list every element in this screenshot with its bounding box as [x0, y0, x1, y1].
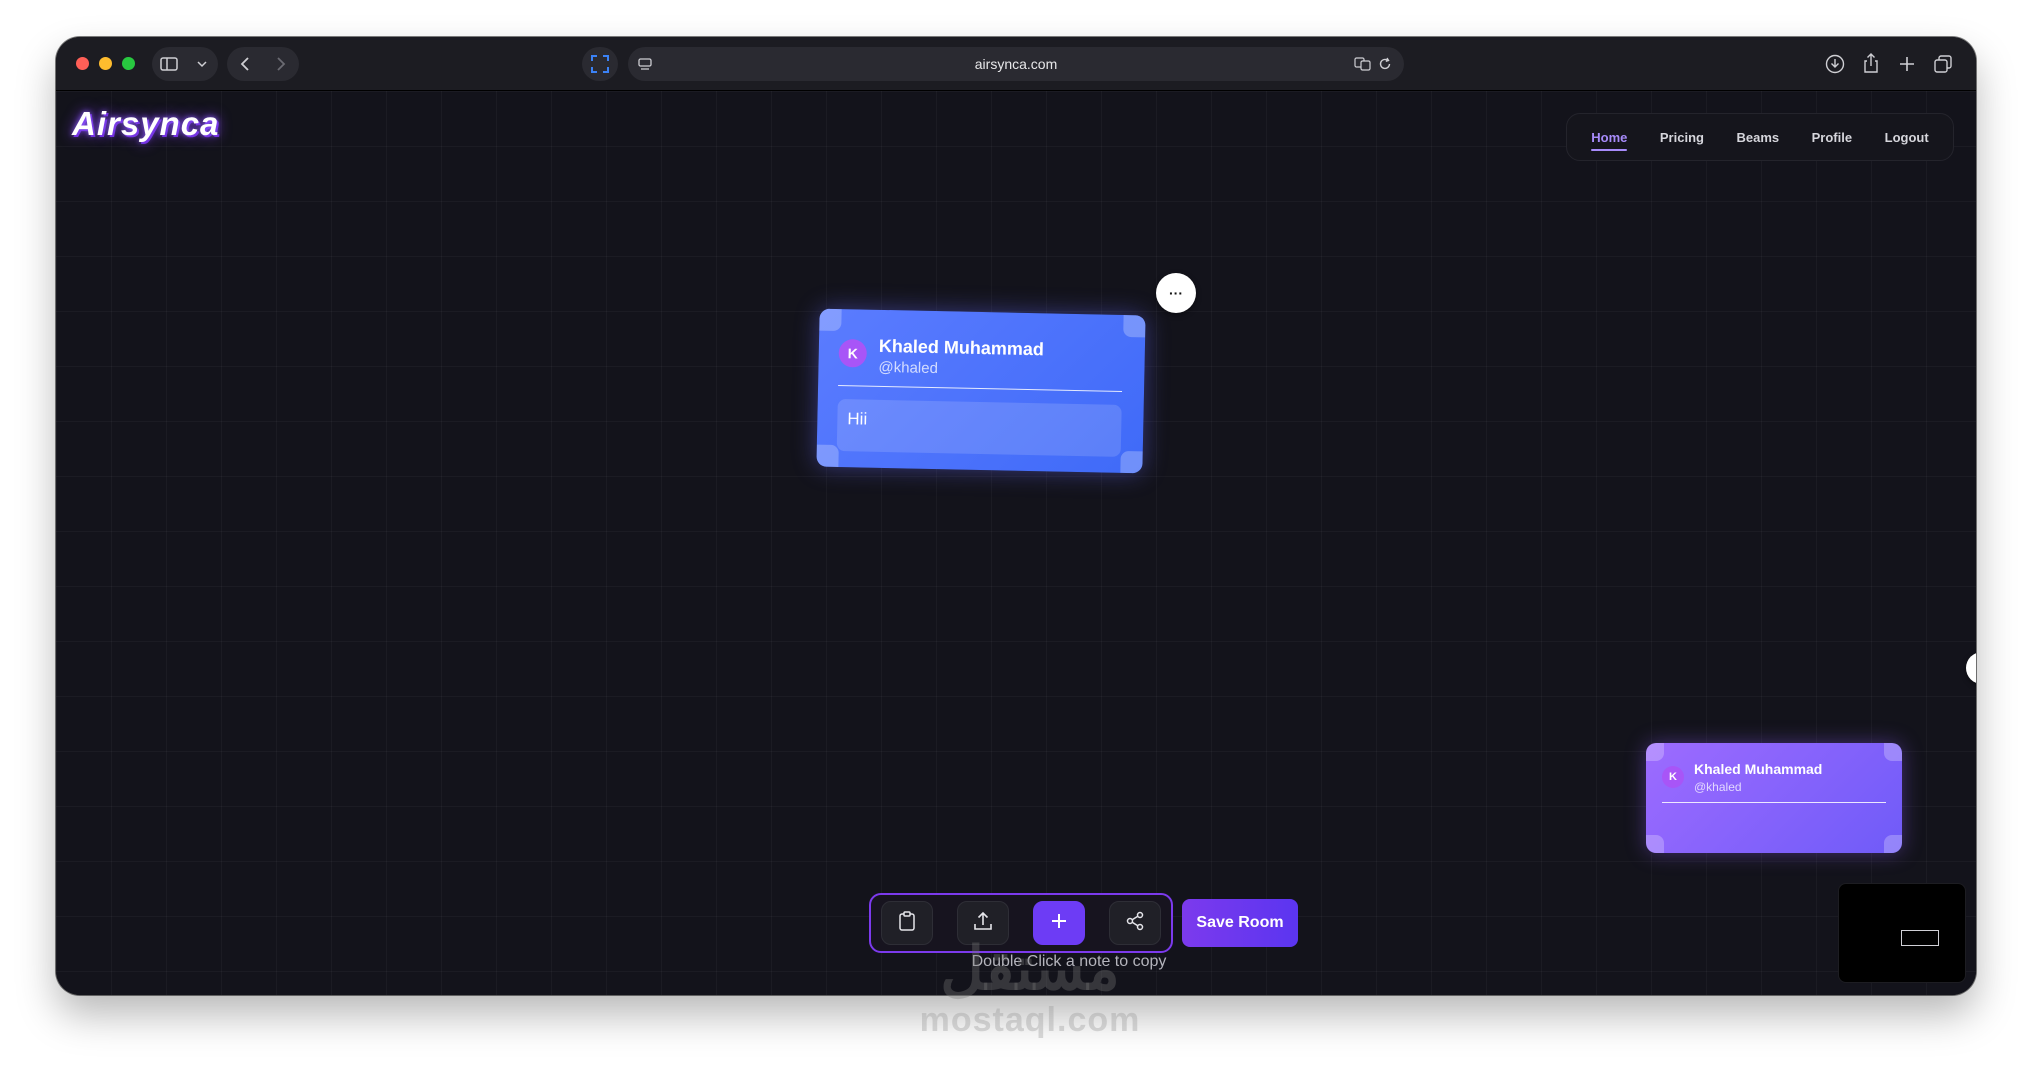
save-room-button[interactable]: Save Room — [1182, 899, 1298, 947]
tab-overview-icon[interactable] — [1932, 53, 1954, 75]
note-more-button[interactable]: ··· — [1966, 652, 1976, 684]
note-card[interactable]: K Khaled Muhammad @khaled — [1646, 743, 1902, 853]
note-divider — [1662, 802, 1886, 803]
zoom-window-button[interactable] — [122, 57, 135, 70]
watermark: مستقل mostaql.com — [880, 935, 1180, 1039]
upload-icon — [973, 911, 993, 936]
downloads-icon[interactable] — [1824, 53, 1846, 75]
minimize-window-button[interactable] — [99, 57, 112, 70]
browser-titlebar: airsynca.com — [56, 37, 1976, 91]
note-author-handle: @khaled — [1694, 780, 1742, 794]
focus-frame-icon[interactable] — [589, 53, 611, 75]
browser-window: airsynca.com Airsynca Home Pricing Beams — [56, 37, 1976, 995]
forward-icon[interactable] — [270, 53, 292, 75]
note-author-name: Khaled Muhammad — [1694, 761, 1823, 777]
sidebar-icon[interactable] — [158, 53, 180, 75]
minimap[interactable] — [1838, 883, 1966, 983]
resize-handle[interactable] — [1120, 450, 1143, 474]
translate-icon[interactable] — [1352, 53, 1374, 75]
nav-profile[interactable]: Profile — [1808, 124, 1856, 151]
avatar: K — [1662, 766, 1684, 788]
plus-icon — [1051, 913, 1067, 934]
clipboard-icon — [898, 910, 916, 936]
top-nav: Home Pricing Beams Profile Logout — [1566, 113, 1954, 161]
share-icon[interactable] — [1860, 52, 1882, 74]
resize-handle[interactable] — [1646, 743, 1664, 761]
share-icon — [1125, 911, 1145, 936]
app-logo[interactable]: Airsynca — [72, 105, 219, 143]
note-body[interactable]: Hii — [836, 399, 1122, 457]
nav-logout[interactable]: Logout — [1881, 124, 1933, 151]
history-nav-group[interactable] — [227, 47, 299, 81]
watermark-arabic: مستقل — [940, 935, 1120, 1002]
new-tab-icon[interactable] — [1896, 53, 1918, 75]
url-text[interactable]: airsynca.com — [628, 47, 1404, 81]
back-icon[interactable] — [234, 53, 256, 75]
close-window-button[interactable] — [76, 57, 89, 70]
avatar: K — [838, 339, 868, 368]
nav-home[interactable]: Home — [1587, 124, 1631, 151]
resize-handle[interactable] — [1646, 835, 1664, 853]
note-author-name: Khaled Muhammad — [878, 335, 1045, 360]
resize-handle[interactable] — [1884, 835, 1902, 853]
resize-handle[interactable] — [816, 444, 839, 468]
note-text: Hii — [847, 409, 868, 429]
watermark-latin: mostaql.com — [919, 1001, 1141, 1039]
note-more-button[interactable]: ··· — [1156, 273, 1196, 313]
resize-handle[interactable] — [1884, 743, 1902, 761]
note-author-handle: @khaled — [878, 358, 939, 378]
focus-mode-button[interactable] — [582, 47, 618, 81]
nav-beams[interactable]: Beams — [1732, 124, 1783, 151]
chevron-down-icon[interactable] — [191, 53, 213, 75]
note-divider — [838, 385, 1123, 392]
canvas-area[interactable]: Airsynca Home Pricing Beams Profile Logo… — [56, 91, 1976, 995]
resize-handle[interactable] — [1123, 314, 1146, 338]
sidebar-toggle-group[interactable] — [152, 47, 218, 81]
nav-pricing[interactable]: Pricing — [1656, 124, 1708, 151]
resize-handle[interactable] — [819, 308, 842, 332]
minimap-viewport[interactable] — [1901, 930, 1939, 946]
reload-icon[interactable] — [1374, 53, 1396, 75]
note-card[interactable]: K Khaled Muhammad @khaled Hii — [816, 308, 1146, 474]
address-bar[interactable]: airsynca.com — [628, 47, 1404, 81]
